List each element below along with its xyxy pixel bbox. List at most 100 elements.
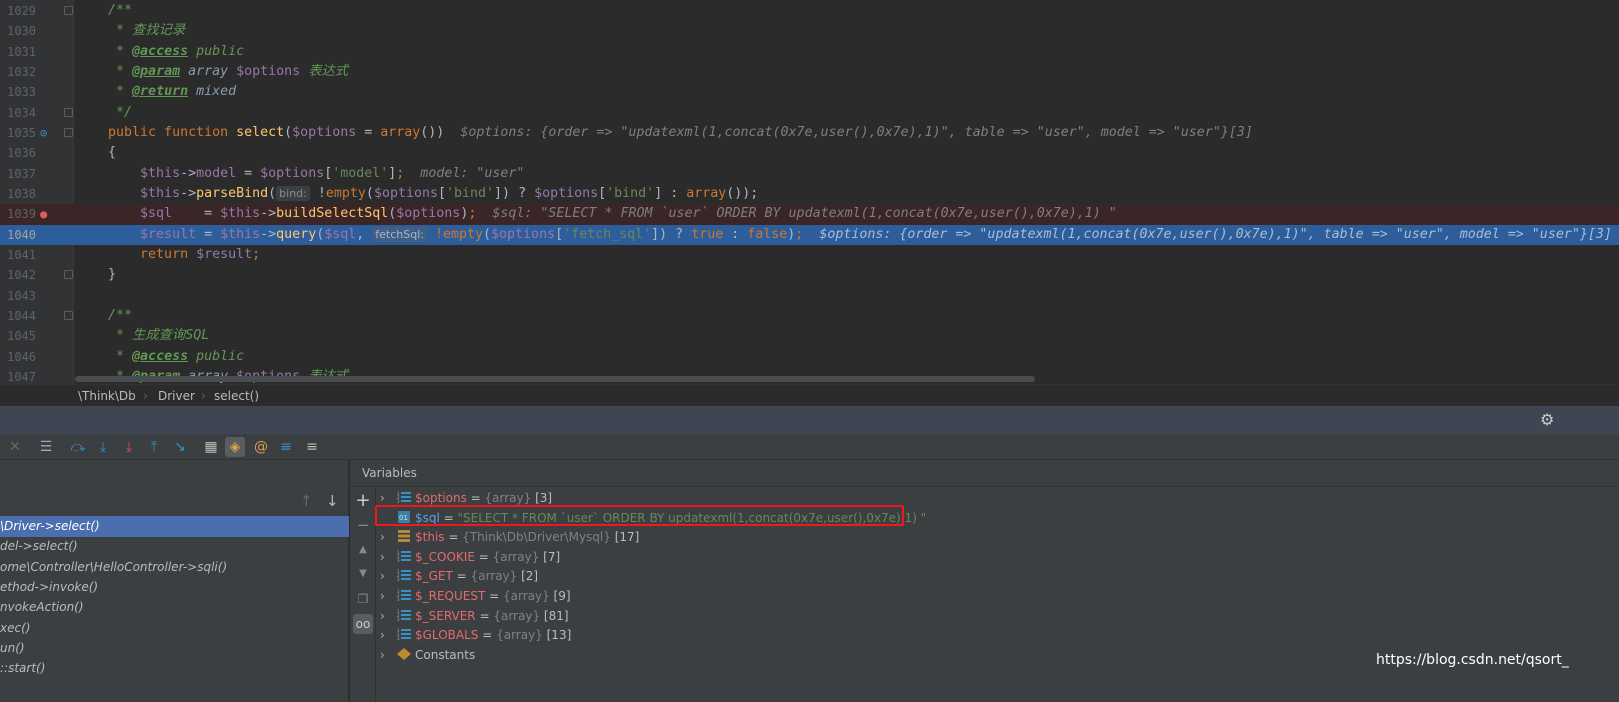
line-number[interactable]: 1034 (0, 103, 36, 123)
line-number[interactable]: 1045 (0, 326, 36, 346)
code-line[interactable]: 1038 $this->parseBind(bind: !empty($opti… (0, 184, 1619, 204)
frame-item[interactable]: nvokeAction() (0, 597, 349, 618)
code-token: * (76, 63, 133, 79)
frame-item[interactable]: del->select() (0, 536, 349, 557)
step-over-icon[interactable]: ⤼ (68, 437, 88, 457)
line-number[interactable]: 1036 (0, 143, 36, 163)
code-line[interactable]: 1044 /** (0, 306, 1619, 326)
variable-row[interactable]: › $this = {Think\Db\Driver\Mysql} [17] (380, 528, 639, 548)
previous-frame-icon[interactable]: ↑ (300, 492, 313, 510)
breadcrumb-method[interactable]: select() (214, 385, 259, 407)
line-number[interactable]: 1040 (0, 225, 36, 245)
fold-marker-icon[interactable] (64, 6, 73, 15)
line-number[interactable]: 1033 (0, 82, 36, 102)
watch-icon[interactable]: @ (251, 437, 271, 457)
variable-row[interactable]: › 1 2 3 $_COOKIE = {array} [7] (380, 548, 560, 568)
move-down-icon[interactable]: ▼ (353, 564, 373, 584)
run-to-cursor-icon[interactable]: ↘ (170, 437, 190, 457)
frame-item[interactable]: ethod->invoke() (0, 577, 349, 598)
code-token: $this (76, 165, 181, 181)
line-number[interactable]: 1043 (0, 286, 36, 306)
debug-override-icon[interactable]: ⊙ (40, 123, 47, 143)
breadcrumb-class[interactable]: Driver (158, 385, 195, 407)
variable-row[interactable]: › 1 2 3 $_REQUEST = {array} [9] (380, 587, 571, 607)
code-token: buildSelectSql (276, 206, 389, 222)
code-line[interactable]: 1036 { (0, 143, 1619, 163)
code-line[interactable]: 1041 return $result; (0, 245, 1619, 265)
breakpoint-icon[interactable]: ● (40, 204, 47, 224)
frame-item[interactable]: ome\Controller\HelloController->sqli() (0, 557, 349, 578)
expand-arrow-icon[interactable]: › (380, 548, 397, 568)
breadcrumb: \Think\Db › Driver › select() (0, 384, 1619, 406)
code-line[interactable]: 1042 } (0, 265, 1619, 285)
fold-marker-icon[interactable] (64, 310, 73, 320)
expand-arrow-icon[interactable]: › (380, 626, 397, 646)
code-token: 'bind' (606, 185, 655, 201)
code-line[interactable]: 1045 * 生成查询SQL (0, 326, 1619, 346)
line-number[interactable]: 1031 (0, 42, 36, 62)
variable-row[interactable]: › 1 2 3 $GLOBALS = {array} [13] (380, 626, 571, 646)
line-number[interactable]: 1047 (0, 367, 36, 384)
force-step-into-icon[interactable]: ⤓ (119, 437, 139, 457)
line-number[interactable]: 1042 (0, 265, 36, 285)
expand-arrow-icon[interactable]: › (380, 607, 397, 627)
code-editor[interactable]: 1029 /** 1030 * 查找记录 1031 * @access public… (0, 0, 1619, 384)
variable-row[interactable]: › c Constants (380, 646, 475, 666)
line-number[interactable]: 1038 (0, 184, 36, 204)
code-line[interactable]: 1040 $result = $this->query ($sql, fetchS… (0, 224, 1619, 245)
line-number[interactable]: 1029 (0, 1, 36, 21)
frames-list-icon[interactable]: ≡ (276, 437, 296, 457)
code-line[interactable]: 1035 ⊙ public function select($options = … (0, 123, 1619, 143)
line-number[interactable]: 1037 (0, 164, 36, 184)
code-line[interactable]: 1029 /** (0, 1, 1619, 21)
line-number[interactable]: 1035 (0, 123, 36, 143)
line-number[interactable]: 1039 (0, 204, 36, 224)
variable-row[interactable]: › 1 2 3 $_GET = {array} [2] (380, 567, 538, 587)
code-text: $result = $this->query ($sql, fetchSql: !… (76, 225, 1612, 245)
fold-marker-icon[interactable] (64, 270, 73, 280)
close-icon[interactable]: ✕ (5, 437, 25, 457)
line-number[interactable]: 1032 (0, 62, 36, 82)
code-line[interactable]: 1046 * @access public (0, 347, 1619, 367)
line-number[interactable]: 1030 (0, 21, 36, 41)
code-line[interactable]: 1037 $this->model = $options['model']; m… (0, 164, 1619, 184)
glasses-icon[interactable]: oo (353, 614, 373, 634)
breadcrumb-namespace[interactable]: \Think\Db (78, 385, 136, 407)
code-token: [ (555, 226, 564, 242)
add-icon[interactable]: + (353, 491, 373, 511)
code-line[interactable]: 1034 */ (0, 103, 1619, 123)
horizontal-scrollbar[interactable] (75, 376, 1035, 382)
line-number[interactable]: 1044 (0, 306, 36, 326)
move-up-icon[interactable]: ▲ (353, 540, 373, 560)
class-constants-icon[interactable]: ◈ (225, 437, 245, 457)
fold-marker-icon[interactable] (64, 127, 73, 137)
code-token: $options (491, 226, 556, 242)
frame-item[interactable]: ::start() (0, 658, 349, 679)
line-number[interactable]: 1046 (0, 347, 36, 367)
remove-icon[interactable]: − (353, 515, 373, 535)
code-line[interactable]: 1039 ● $sql = $this->buildSelectSql($opti… (0, 204, 1619, 225)
fold-marker-icon[interactable] (64, 107, 73, 117)
code-line[interactable]: 1030 * 查找记录 (0, 21, 1619, 41)
frame-item[interactable]: un() (0, 638, 349, 659)
evaluate-expression-icon[interactable]: ▦ (201, 437, 221, 457)
expand-arrow-icon[interactable]: › (380, 567, 397, 587)
expand-arrow-icon[interactable]: › (380, 646, 397, 666)
show-execution-point-icon[interactable]: ☰ (36, 437, 56, 457)
next-frame-icon[interactable]: ↓ (326, 492, 339, 510)
code-line[interactable]: 1043 (0, 286, 1619, 306)
variable-row[interactable]: › 1 2 3 $_SERVER = {array} [81] (380, 607, 569, 627)
gear-icon[interactable]: ⚙ (1540, 410, 1554, 429)
frame-item[interactable]: xec() (0, 618, 349, 639)
step-out-icon[interactable]: ⤒ (144, 437, 164, 457)
code-line[interactable]: 1033 * @return mixed (0, 82, 1619, 102)
step-into-icon[interactable]: ⤓ (93, 437, 113, 457)
expand-arrow-icon[interactable]: › (380, 587, 397, 607)
frame-item[interactable]: \Driver->select() (0, 516, 349, 537)
code-line[interactable]: 1032 * @param array $options 表达式 (0, 62, 1619, 82)
line-number[interactable]: 1041 (0, 245, 36, 265)
code-line[interactable]: 1031 * @access public (0, 42, 1619, 62)
copy-icon[interactable]: ❐ (353, 589, 373, 609)
add-watch-icon[interactable]: ≡ (302, 437, 322, 457)
expand-arrow-icon[interactable]: › (380, 528, 397, 548)
